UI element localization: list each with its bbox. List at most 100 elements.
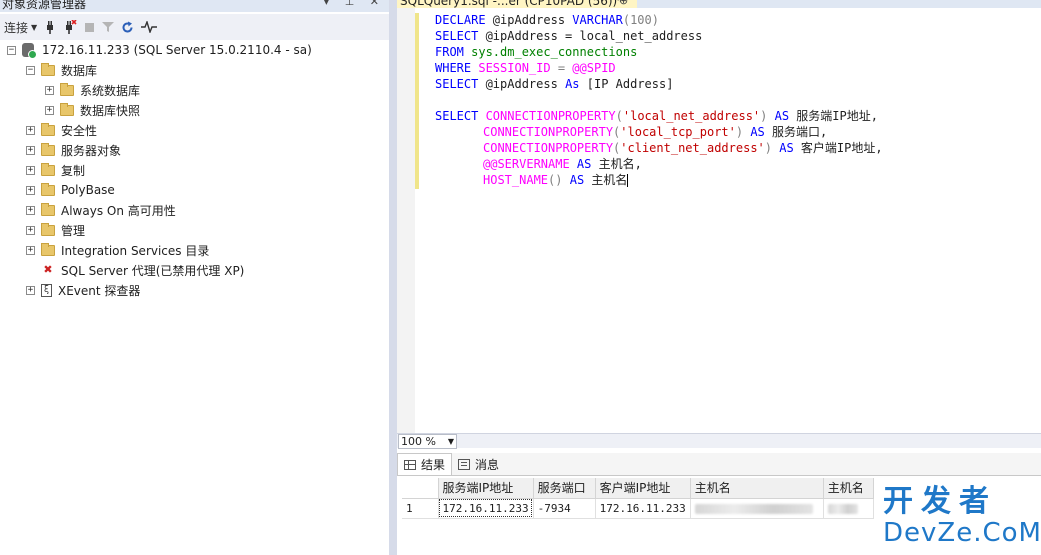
code-line-9: CONNECTIONPROPERTY('client_net_address')… [483,141,883,155]
change-indicator-bar [415,13,419,189]
code-line-4: WHERE SESSION_ID = @@SPID [435,61,616,75]
chevron-down-icon: ▼ [31,22,38,32]
tree-node-integration-services[interactable]: + Integration Services 目录 [0,240,389,260]
tree-node-management[interactable]: + 管理 [0,220,389,240]
sql-code[interactable]: DECLARE @ipAddress VARCHAR(100) SELECT @… [435,12,883,188]
tree-node-always-on[interactable]: + Always On 高可用性 [0,200,389,220]
stop-icon[interactable] [84,17,95,37]
tree-node-server[interactable]: − 172.16.11.233 (SQL Server 15.0.2110.4 … [0,40,389,60]
editor-zoom-bar: 100 % ▼ [397,433,1041,449]
expand-icon[interactable]: + [45,85,54,95]
grid-cell[interactable]: -7934 [533,498,596,519]
grid-icon [404,459,416,470]
expand-icon[interactable]: + [26,225,35,235]
tree-node-system-databases[interactable]: + 系统数据库 [0,80,389,100]
tree-node-databases[interactable]: − 数据库 [0,60,389,80]
tree-node-xevent[interactable]: + ξ XEvent 探查器 [0,280,389,300]
tree-node-polybase[interactable]: + PolyBase [0,180,389,200]
folder-icon [60,82,74,96]
filter-icon[interactable] [102,17,115,37]
system-databases-label: 系统数据库 [80,83,141,98]
folder-icon [60,102,74,116]
expand-icon[interactable]: + [26,145,35,155]
server-label: 172.16.11.233 (SQL Server 15.0.2110.4 - … [42,43,312,57]
server-objects-label: 服务器对象 [61,143,122,158]
database-snapshots-label: 数据库快照 [80,103,141,118]
panel-window-buttons[interactable]: ▾ ⊥ ✕ [324,0,385,8]
row-number[interactable]: 1 [402,498,439,519]
collapse-icon[interactable]: − [26,65,35,75]
tab-sqlquery1[interactable]: SQLQuery1.sql -...er (CP10PAD (56))* ⊕ ✕ [397,0,637,8]
expand-icon[interactable]: + [45,105,54,115]
folder-icon [41,182,55,196]
column-header[interactable]: 服务端口 [533,478,596,499]
object-explorer-title-bar: 对象资源管理器 ▾ ⊥ ✕ [0,0,389,12]
folder-icon [41,242,55,256]
xevent-label: XEvent 探查器 [58,283,141,298]
code-line-10: @@SERVERNAME AS 主机名, [483,157,642,171]
expand-icon[interactable]: + [26,125,35,135]
expand-icon[interactable]: + [26,285,35,295]
results-tab-strip: 结果 消息 [397,453,1041,475]
folder-icon [41,142,55,156]
polybase-label: PolyBase [61,183,115,197]
sql-agent-label: SQL Server 代理(已禁用代理 XP) [61,263,245,278]
column-header[interactable]: 主机名 [690,478,824,499]
object-explorer-toolbar: 连接 ▼ [0,14,389,40]
zoom-select[interactable]: 100 % ▼ [398,434,457,449]
grid-cell[interactable]: 172.16.11.233 [595,498,691,519]
watermark: 开发者 DevZe.CoM [883,484,1041,552]
agent-disabled-icon: ✖ [43,263,53,276]
code-line-2: SELECT @ipAddress = local_net_address [435,29,703,43]
integration-services-label: Integration Services 目录 [61,243,210,258]
tab-results[interactable]: 结果 [397,453,453,475]
replication-label: 复制 [61,163,86,178]
folder-icon [41,162,55,176]
refresh-icon[interactable] [121,17,134,37]
panel-splitter[interactable] [389,0,397,555]
tree-node-server-objects[interactable]: + 服务器对象 [0,140,389,160]
expand-icon[interactable]: + [26,165,35,175]
object-explorer-title: 对象资源管理器 [2,0,87,11]
collapse-icon[interactable]: − [7,45,16,55]
code-line-8: CONNECTIONPROPERTY('local_tcp_port') AS … [483,125,828,139]
databases-label: 数据库 [61,63,98,78]
row-header-corner[interactable] [402,478,439,499]
grid-cell-redacted[interactable] [823,498,874,519]
connect-plug-icon[interactable] [44,17,56,37]
activity-monitor-icon[interactable] [141,17,158,37]
disconnect-icon[interactable] [63,17,77,37]
tree-node-replication[interactable]: + 复制 [0,160,389,180]
table-row[interactable]: 1 172.16.11.233 -7934 172.16.11.233 [402,498,874,519]
grid-cell-redacted[interactable] [690,498,824,519]
column-header[interactable]: 主机名 [823,478,874,499]
tree-node-sql-agent[interactable]: ✖ SQL Server 代理(已禁用代理 XP) [0,260,389,280]
expand-icon[interactable]: + [26,205,35,215]
tab-title: SQLQuery1.sql -...er (CP10PAD (56))* [400,0,624,8]
object-explorer-panel: 对象资源管理器 ▾ ⊥ ✕ 连接 ▼ − 172.16.11.233 (SQL S… [0,0,389,555]
folder-icon [41,222,55,236]
connect-button[interactable]: 连接 ▼ [4,17,37,37]
column-header[interactable]: 服务端IP地址 [438,478,534,499]
expand-icon[interactable]: + [26,245,35,255]
code-line-3: FROM sys.dm_exec_connections [435,45,638,59]
text-cursor [627,174,629,187]
column-header[interactable]: 客户端IP地址 [595,478,691,499]
tab-messages[interactable]: 消息 [452,453,505,475]
tree-node-database-snapshots[interactable]: + 数据库快照 [0,100,389,120]
folder-icon [41,202,55,216]
folder-icon [41,62,55,76]
management-label: 管理 [61,223,86,238]
tab-buttons[interactable]: ⊕ ✕ [619,0,637,8]
watermark-line-1: 开发者 [883,484,997,519]
folder-icon [41,122,55,136]
editor-margin [397,8,415,433]
tree-node-security[interactable]: + 安全性 [0,120,389,140]
expand-icon[interactable]: + [26,185,35,195]
database-server-icon [22,43,37,59]
grid-header-row: 服务端IP地址 服务端口 客户端IP地址 主机名 主机名 [402,478,874,499]
code-line-5: SELECT @ipAddress As [IP Address] [435,77,674,91]
query-editor[interactable]: DECLARE @ipAddress VARCHAR(100) SELECT @… [397,8,1041,433]
grid-cell[interactable]: 172.16.11.233 [438,498,534,519]
